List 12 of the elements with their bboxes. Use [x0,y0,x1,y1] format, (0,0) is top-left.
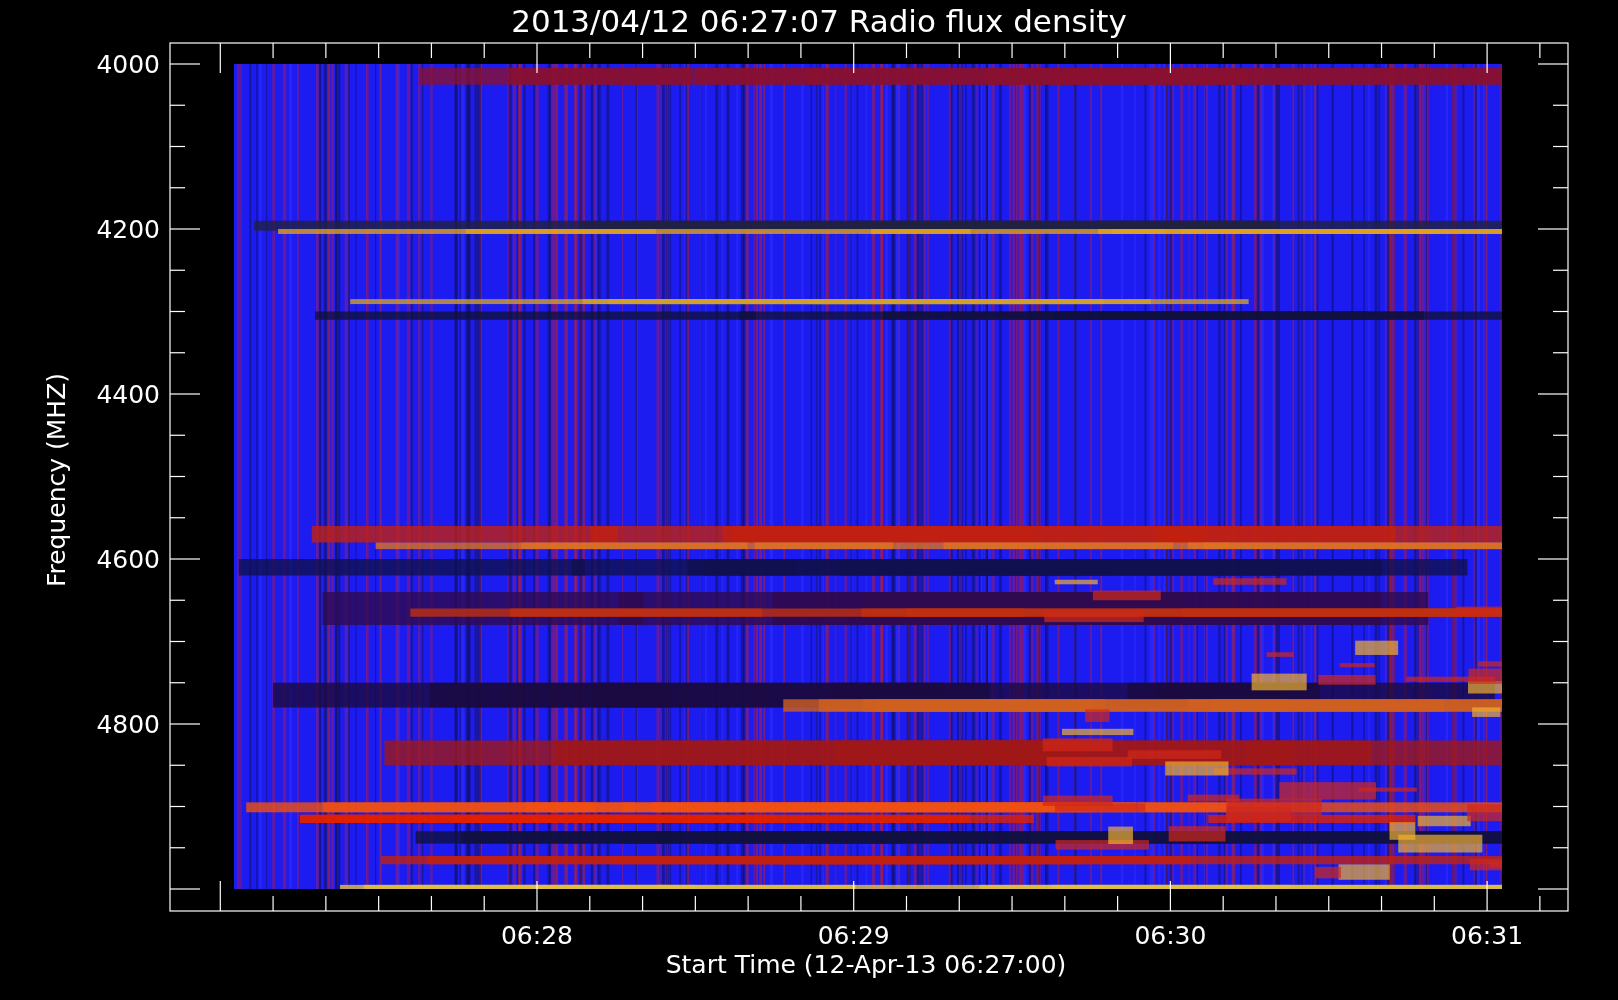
chart-title: 2013/04/12 06:27:07 Radio flux density [510,2,1128,41]
x-tick-label: 06:28 [501,921,573,950]
x-tick-label: 06:29 [817,921,890,950]
y-tick-label: 4800 [96,710,160,739]
x-tick-label: 06:31 [1451,921,1524,950]
y-tick-label: 4400 [96,380,160,409]
y-tick-label: 4000 [96,50,160,79]
y-tick-label: 4600 [96,545,160,574]
x-axis-label: Start Time (12-Apr-13 06:27:00) [665,950,1067,979]
x-tick-label: 06:30 [1134,921,1207,950]
y-axis-label: Frequency (MHZ) [42,372,71,588]
y-tick-label: 4200 [96,215,160,244]
